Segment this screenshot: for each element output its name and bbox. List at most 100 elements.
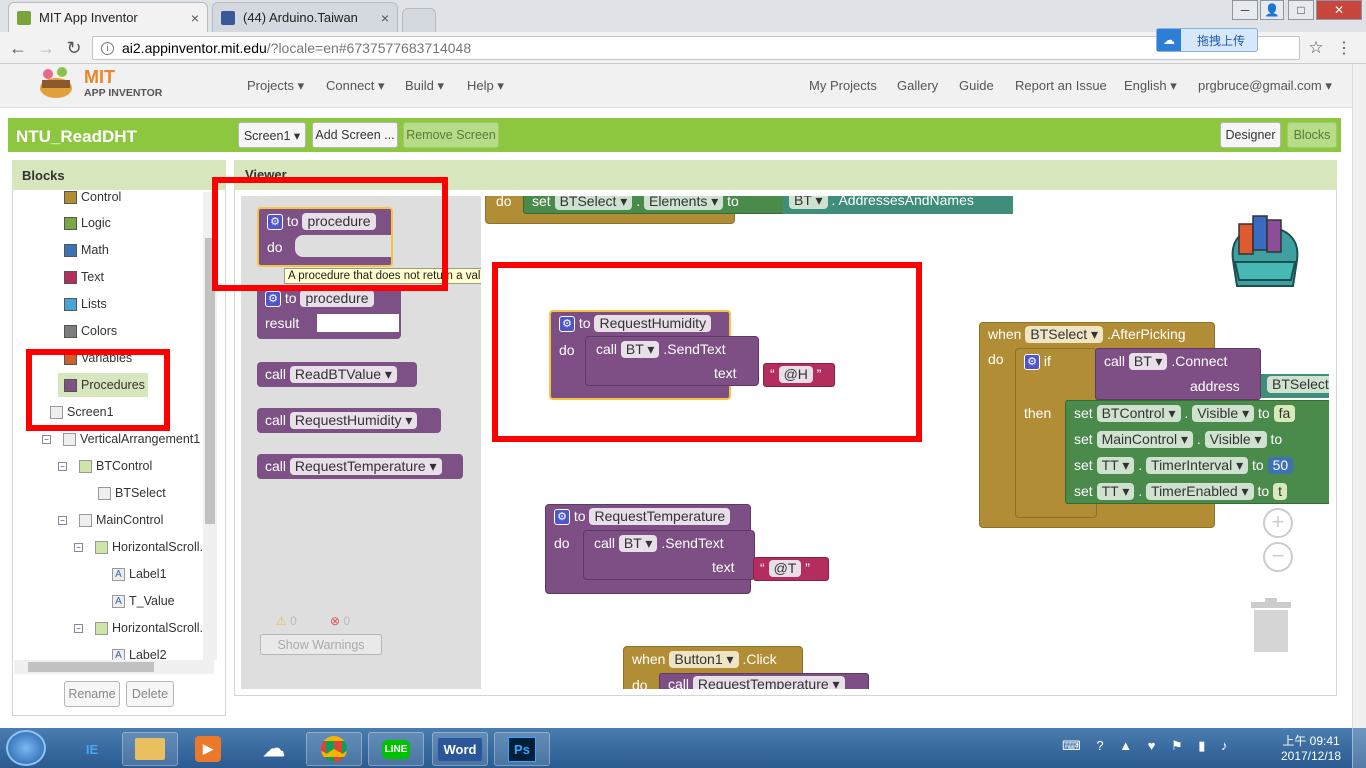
text-string-block[interactable]: “ @T ” (753, 557, 829, 581)
back-icon[interactable]: ← (6, 36, 30, 60)
chrome-taskbar-icon[interactable] (306, 732, 362, 766)
component-dropdown[interactable]: BTSelect ▾ (554, 196, 633, 210)
minimize-button[interactable]: ─ (1232, 0, 1258, 20)
component-dropdown[interactable]: BT ▾ (1128, 353, 1168, 370)
number-block[interactable]: 50 (1267, 457, 1294, 474)
close-tab-icon[interactable]: × (381, 10, 389, 26)
procedure-name-field[interactable]: RequestTemperature (589, 508, 731, 525)
link-gallery[interactable]: Gallery (897, 78, 938, 93)
component-dropdown[interactable]: Button1 ▾ (669, 651, 739, 668)
set-btselect-elements-block[interactable]: set BTSelect ▾ . Elements ▾ to (523, 196, 785, 214)
value-block[interactable]: fa (1273, 405, 1296, 422)
trash-icon[interactable] (1249, 598, 1293, 654)
chrome-menu-icon[interactable]: ⋮ (1332, 36, 1356, 60)
property-dropdown[interactable]: Visible ▾ (1204, 431, 1267, 448)
tree-horizontal-scrollbar[interactable] (14, 660, 214, 674)
info-icon[interactable]: i (101, 41, 114, 55)
component-label2[interactable]: A Label2 (112, 648, 167, 660)
call-bt-sendtext-block[interactable]: call BT ▾ .SendText text (583, 530, 755, 580)
to-procedure-result-block[interactable]: ⚙ to procedure result (257, 287, 401, 339)
menu-build[interactable]: Build ▾ (405, 78, 444, 94)
value-block[interactable]: t (1273, 483, 1287, 500)
system-tray-icons[interactable]: ⌨ ? ▲ ♥ ⚑ ▮ ♪ (1062, 738, 1234, 754)
component-btcontrol[interactable]: − BTControl (58, 459, 152, 473)
procedure-dropdown[interactable]: RequestTemperature ▾ (692, 676, 845, 689)
procedure-dropdown[interactable]: ReadBTValue ▾ (289, 366, 397, 383)
media-player-icon[interactable]: ▶ (180, 732, 236, 766)
maximize-button[interactable]: □ (1288, 0, 1314, 20)
menu-help[interactable]: Help ▾ (467, 78, 504, 94)
category-logic[interactable]: Logic (64, 216, 111, 230)
component-dropdown[interactable]: BT ▾ (789, 196, 828, 209)
collapse-icon[interactable]: − (58, 515, 67, 525)
set-tt-timerinterval-row[interactable]: set TT ▾ . TimerInterval ▾ to 50 (1074, 457, 1294, 474)
component-btselect[interactable]: BTSelect (98, 486, 166, 500)
page-scrollbar[interactable] (1352, 64, 1366, 728)
zoom-out-button[interactable]: − (1263, 542, 1293, 572)
property-dropdown[interactable]: TimerInterval ▾ (1146, 457, 1249, 474)
component-horizontalscroll-1[interactable]: − HorizontalScroll... (74, 540, 202, 554)
collapse-icon[interactable]: − (74, 542, 83, 552)
mutator-gear-icon[interactable]: ⚙ (554, 509, 570, 526)
rename-button[interactable]: Rename (64, 681, 120, 707)
collapse-icon[interactable]: − (42, 434, 51, 444)
zoom-in-button[interactable]: + (1263, 508, 1293, 538)
component-dropdown[interactable]: TT ▾ (1096, 483, 1135, 500)
procedure-name-field[interactable]: procedure (300, 290, 374, 307)
component-t-value[interactable]: A T_Value (112, 594, 175, 608)
language-select[interactable]: English ▾ (1124, 78, 1177, 94)
start-button[interactable] (6, 730, 46, 766)
component-verticalarrangement1[interactable]: − VerticalArrangement1 (42, 432, 200, 446)
link-guide[interactable]: Guide (959, 78, 994, 93)
set-maincontrol-visible-row[interactable]: set MainControl ▾ . Visible ▾ to (1074, 431, 1282, 448)
word-taskbar-icon[interactable]: Word (432, 732, 488, 766)
category-colors[interactable]: Colors (64, 324, 117, 338)
remove-screen-button[interactable]: Remove Screen (403, 122, 499, 148)
property-dropdown[interactable]: Elements ▾ (643, 196, 724, 210)
category-math[interactable]: Math (64, 243, 109, 257)
call-bt-connect-block[interactable]: call BT ▾ .Connect address (1095, 348, 1261, 400)
upload-widget[interactable]: ☁ 拖拽上传 (1156, 28, 1258, 52)
set-btcontrol-visible-row[interactable]: set BTControl ▾ . Visible ▾ to fa (1074, 405, 1296, 422)
component-dropdown[interactable]: BT ▾ (618, 535, 658, 552)
component-dropdown[interactable]: BTControl ▾ (1096, 405, 1181, 422)
app-inventor-logo-icon[interactable] (36, 66, 80, 100)
account-menu[interactable]: prgbruce@gmail.com ▾ (1198, 78, 1332, 94)
close-window-button[interactable]: ✕ (1316, 0, 1362, 20)
tab-arduino-taiwan[interactable]: (44) Arduino.Taiwan × (212, 2, 398, 32)
component-horizontalscroll-2[interactable]: − HorizontalScroll... (74, 621, 202, 635)
btselect-address-block[interactable]: BTSelect (1261, 374, 1329, 398)
call-requesttemperature-block[interactable]: call RequestTemperature ▾ (659, 673, 869, 689)
baidu-cloud-taskbar-icon[interactable]: ☁ (246, 732, 302, 766)
show-desktop-button[interactable] (1352, 728, 1366, 768)
menu-projects[interactable]: Projects ▾ (247, 78, 304, 94)
url-input[interactable]: i ai2.appinventor.mit.edu/?locale=en#673… (92, 36, 1300, 60)
screen-select[interactable]: Screen1 ▾ (238, 122, 306, 148)
category-control[interactable]: Control (64, 190, 121, 204)
component-label1[interactable]: A Label1 (112, 567, 167, 581)
forward-icon[interactable]: → (34, 36, 58, 60)
property-dropdown[interactable]: Visible ▾ (1192, 405, 1255, 422)
bookmark-star-icon[interactable]: ☆ (1304, 36, 1328, 60)
photoshop-taskbar-icon[interactable]: Ps (494, 732, 550, 766)
mutator-gear-icon[interactable]: ⚙ (1024, 354, 1040, 371)
component-maincontrol[interactable]: − MainControl (58, 513, 163, 527)
close-tab-icon[interactable]: × (191, 10, 199, 26)
call-requesttemperature-block[interactable]: call RequestTemperature ▾ (257, 454, 463, 479)
show-warnings-button[interactable]: Show Warnings (260, 634, 382, 655)
component-dropdown[interactable]: BTSelect (1267, 376, 1329, 393)
mutator-gear-icon[interactable]: ⚙ (265, 291, 281, 308)
category-lists[interactable]: Lists (64, 297, 107, 311)
delete-button[interactable]: Delete (126, 681, 174, 707)
bt-addressesandnames-block[interactable]: BT ▾ . AddressesAndNames (783, 196, 1013, 214)
call-requesthumidity-block[interactable]: call RequestHumidity ▾ (257, 408, 441, 433)
category-text[interactable]: Text (64, 270, 104, 284)
add-screen-button[interactable]: Add Screen ... (312, 122, 398, 148)
component-dropdown[interactable]: TT ▾ (1096, 457, 1135, 474)
user-icon[interactable]: 👤 (1260, 0, 1284, 20)
menu-connect[interactable]: Connect ▾ (326, 78, 385, 94)
clock[interactable]: 上午 09:41 2017/12/18 (1280, 732, 1342, 763)
collapse-icon[interactable]: − (74, 623, 83, 633)
component-dropdown[interactable]: BTSelect ▾ (1025, 326, 1104, 343)
link-report-issue[interactable]: Report an Issue (1015, 78, 1107, 93)
